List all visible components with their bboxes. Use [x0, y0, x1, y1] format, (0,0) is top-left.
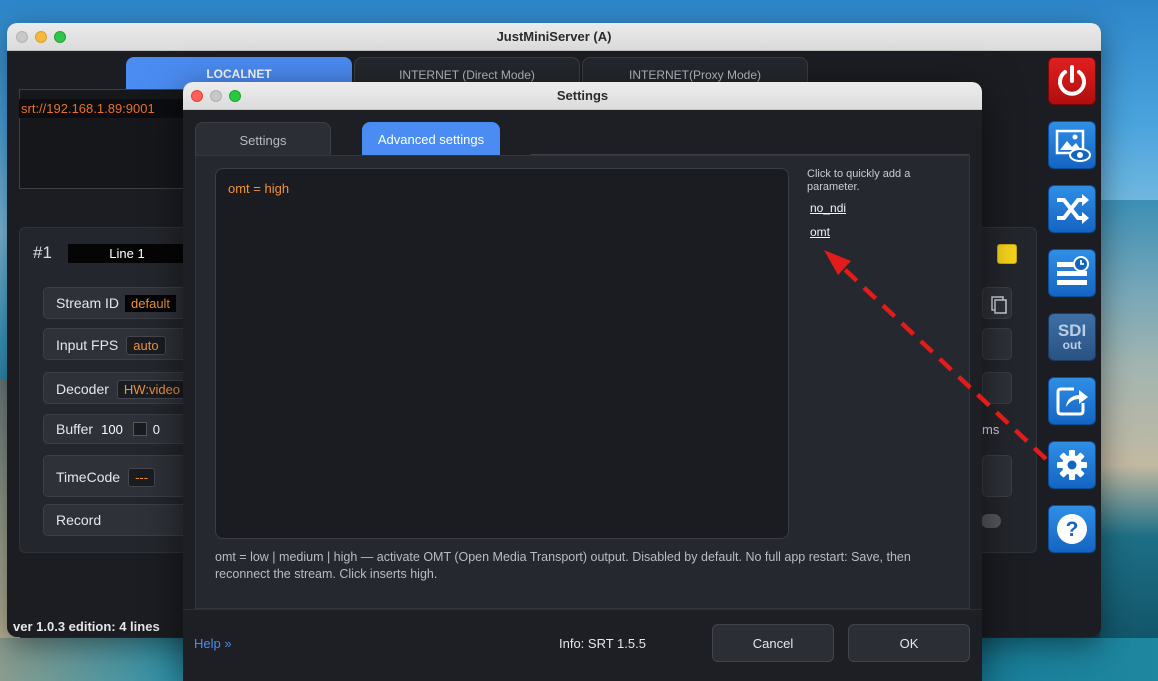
svg-text:?: ? [1066, 518, 1079, 541]
record-toggle[interactable] [981, 514, 1001, 528]
buffer-stepper[interactable] [132, 422, 147, 436]
srt-url[interactable]: srt://192.168.1.89:9001 [19, 99, 183, 118]
buffer-label: Buffer [56, 421, 94, 437]
timecode-value[interactable]: --- [128, 468, 156, 487]
power-button[interactable] [1048, 57, 1096, 105]
main-titlebar: JustMiniServer (A) [7, 23, 1101, 51]
line-name-field[interactable]: Line 1 [68, 244, 186, 263]
quick-add-hint: Click to quickly add a parameter. [807, 168, 911, 193]
record-label: Record [56, 512, 102, 528]
fps-side-cell [982, 328, 1012, 360]
help-button[interactable]: ? [1048, 505, 1096, 553]
input-fps-row: Input FPS auto [43, 328, 203, 360]
timecode-row: TimeCode --- [43, 455, 203, 497]
window-title: JustMiniServer (A) [496, 29, 612, 44]
share-icon [1056, 387, 1088, 416]
param-help-text: omt = low | medium | high — activate OMT… [215, 550, 911, 581]
buffer-row: Buffer 100 0 [43, 414, 203, 444]
buffer-unit: ms [982, 422, 1000, 437]
question-icon: ? [1057, 514, 1087, 544]
quick-param-omt[interactable]: omt [810, 225, 830, 239]
cancel-button[interactable]: Cancel [712, 624, 834, 662]
status-indicator [997, 244, 1017, 264]
dialog-titlebar: Settings [183, 82, 982, 110]
power-icon [1058, 65, 1086, 96]
share-button[interactable] [1048, 377, 1096, 425]
shuffle-button[interactable] [1048, 185, 1096, 233]
parameters-textarea[interactable]: omt = high [215, 168, 789, 539]
copy-icon [991, 296, 1007, 314]
stream-id-copy-button[interactable] [982, 287, 1012, 319]
decoder-row: Decoder HW:video [43, 372, 203, 404]
tab-advanced-settings[interactable]: Advanced settings [362, 122, 500, 156]
ok-button[interactable]: OK [848, 624, 970, 662]
stream-id-label: Stream ID [56, 295, 120, 311]
version-label: ver 1.0.3 edition: 4 lines [13, 619, 160, 634]
decoder-label: Decoder [56, 381, 109, 397]
footer-divider [183, 609, 982, 610]
decoder-select[interactable]: HW:video [116, 380, 188, 399]
timecode-side-cell [982, 455, 1012, 497]
preview-button[interactable] [1048, 121, 1096, 169]
input-fps-label: Input FPS [56, 337, 119, 353]
schedule-clock-icon [1057, 256, 1089, 285]
record-row: Record [43, 504, 203, 536]
image-eye-icon [1055, 129, 1091, 162]
desktop-wallpaper-right [1100, 200, 1158, 681]
stream-id-input[interactable]: default [125, 295, 177, 312]
dialog-title: Settings [556, 88, 609, 103]
timecode-label: TimeCode [56, 469, 121, 485]
settings-button[interactable] [1048, 441, 1096, 489]
stream-id-row: Stream ID default [43, 287, 203, 319]
quick-param-no-ndi[interactable]: no_ndi [810, 201, 846, 215]
buffer-input-2[interactable]: 0 [153, 422, 160, 437]
sdi-out-button[interactable]: SDI out [1048, 313, 1096, 361]
buffer-input[interactable]: 100 [101, 422, 123, 437]
line-number: #1 [33, 243, 52, 262]
help-link[interactable]: Help » [194, 636, 232, 651]
gear-icon [1057, 450, 1087, 480]
schedule-button[interactable] [1048, 249, 1096, 297]
srt-info: Info: SRT 1.5.5 [559, 636, 646, 651]
input-fps-select[interactable]: auto [126, 336, 166, 355]
decoder-side-cell [982, 372, 1012, 404]
sdi-label: SDI [1057, 321, 1087, 340]
settings-dialog: Settings Settings Advanced settings omt … [183, 82, 982, 681]
tab-settings[interactable]: Settings [195, 122, 331, 156]
shuffle-icon [1057, 194, 1089, 224]
sdi-out-label: out [1062, 338, 1082, 352]
